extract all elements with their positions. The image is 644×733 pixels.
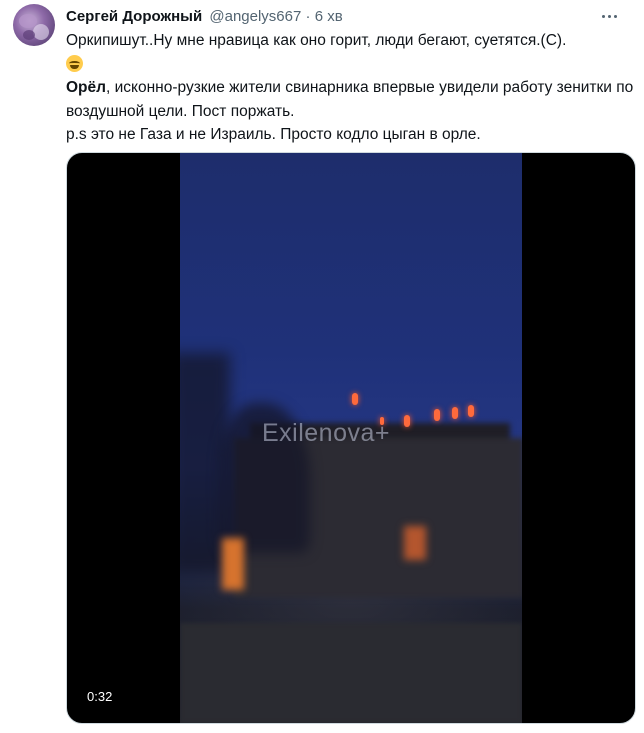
tweet-line-1: Оркипишут..Ну мне нравица как оно горит,…	[66, 32, 567, 49]
separator-dot: ·	[305, 8, 311, 25]
tweet-text: Оркипишут..Ну мне нравица как оно горит,…	[66, 29, 636, 147]
tweet-line-2: Орёл, исконно-рузкие жители свинарника в…	[66, 79, 634, 120]
video-duration-badge: 0:32	[81, 687, 119, 707]
author-handle[interactable]: @angelys667	[209, 8, 301, 25]
tweet[interactable]: Сергей Дорожный @angelys667 · 6 хв Оркип…	[0, 0, 644, 733]
video-player[interactable]: Exilenova+ 0:32	[66, 152, 636, 724]
more-options-icon[interactable]	[594, 6, 624, 26]
tweet-line-3: p.s это не Газа и не Израиль. Просто код…	[66, 126, 481, 143]
author-name[interactable]: Сергей Дорожный	[66, 8, 202, 25]
tweet-header: Сергей Дорожный @angelys667 · 6 хв	[66, 7, 343, 27]
laughing-emoji-icon	[66, 54, 83, 72]
avatar[interactable]	[13, 4, 55, 46]
city-name-bold: Орёл	[66, 79, 106, 96]
video-watermark: Exilenova+	[262, 419, 390, 447]
video-frame[interactable]: Exilenova+	[180, 153, 522, 723]
tweet-time[interactable]: 6 хв	[315, 8, 343, 25]
